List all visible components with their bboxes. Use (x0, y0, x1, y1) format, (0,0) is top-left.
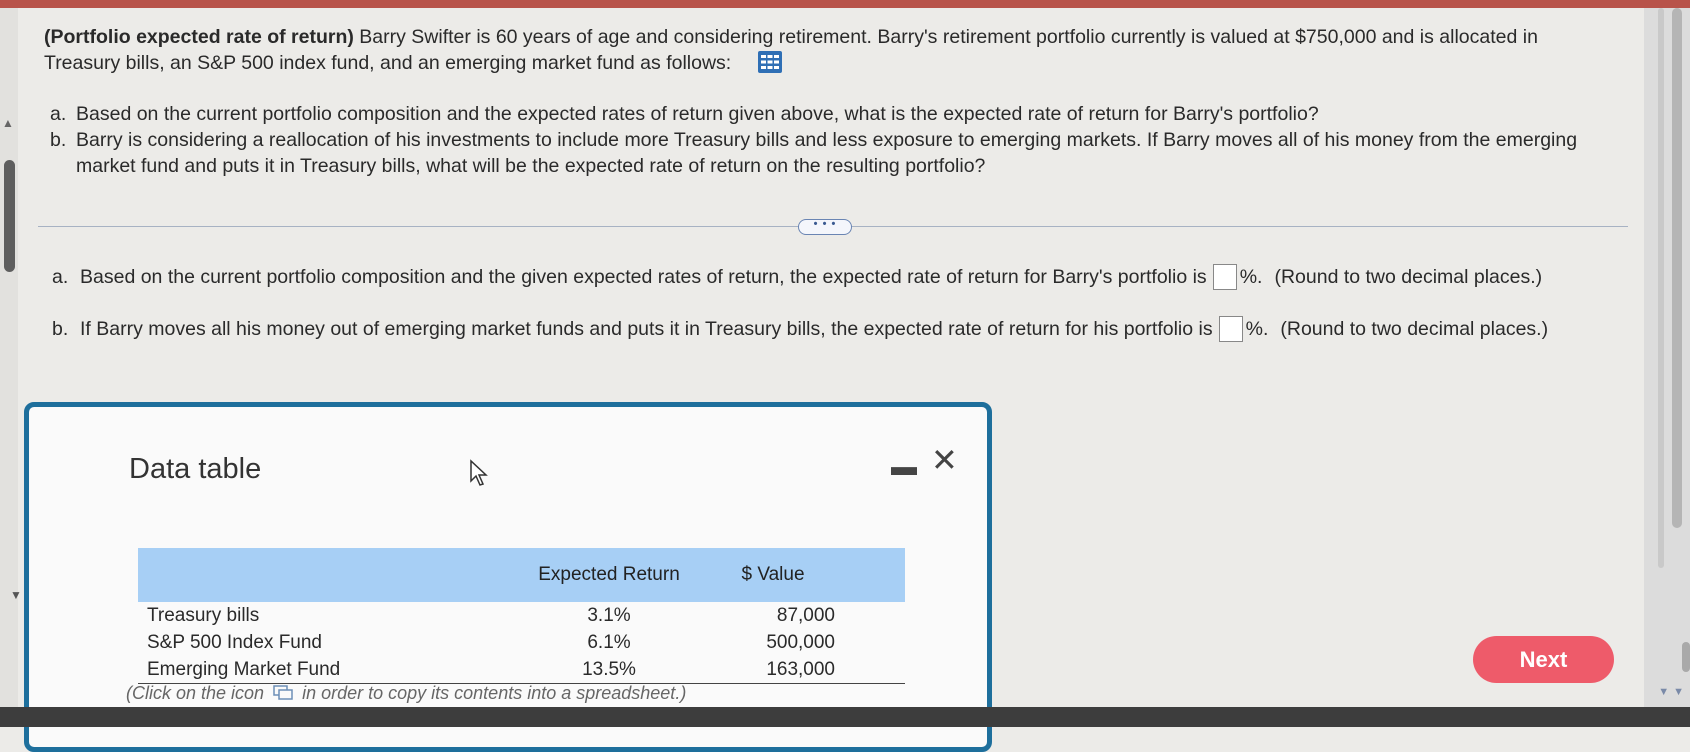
caption-after: in order to copy its contents into a spr… (302, 683, 687, 703)
left-scrollbar[interactable]: ▲ ▼ (0, 8, 22, 727)
mouse-cursor-icon (469, 459, 489, 492)
part-label: a. (50, 103, 67, 125)
caption-before: (Click on the icon (126, 683, 265, 703)
table-row: Emerging Market Fund 13.5% 163,000 (138, 656, 905, 684)
data-table-dialog: Data table ▬ ✕ Expected Return $ Value T… (24, 402, 992, 752)
answer-prefix: Based on the current portfolio compositi… (80, 266, 1207, 288)
question-title: (Portfolio expected rate of return) (44, 26, 354, 48)
answer-input-a[interactable] (1212, 264, 1237, 290)
expected-return: 6.1% (587, 631, 631, 653)
column-header-expected-return: Expected Return (508, 548, 710, 602)
answer-input-b[interactable] (1218, 316, 1243, 342)
right-scrollbar[interactable] (1672, 8, 1682, 528)
scroll-down-arrow-icon[interactable]: ▼ (10, 588, 22, 602)
data-table: Expected Return $ Value Treasury bills 3… (138, 548, 905, 684)
top-bar (0, 0, 1690, 8)
part-label: b. (50, 129, 67, 151)
rounding-hint: (Round to two decimal places.) (1274, 266, 1543, 288)
answer-row-b: b. If Barry moves all his money out of e… (52, 316, 1548, 342)
asset-name: Treasury bills (147, 604, 260, 626)
expand-more-button[interactable]: • • • (798, 219, 852, 235)
dialog-title: Data table (129, 453, 262, 485)
column-header (138, 548, 508, 602)
answer-row-a: a. Based on the current portfolio compos… (52, 264, 1542, 290)
expected-return: 13.5% (508, 656, 710, 684)
answer-label: b. (52, 318, 69, 340)
answer-label: a. (52, 266, 69, 288)
data-table-icon[interactable] (757, 50, 783, 81)
asset-name: Emerging Market Fund (138, 656, 508, 684)
rounding-hint: (Round to two decimal places.) (1280, 318, 1549, 340)
part-text: Barry is considering a reallocation of h… (76, 129, 1578, 177)
asset-name: S&P 500 Index Fund (147, 631, 322, 653)
part-text: Based on the current portfolio compositi… (76, 103, 1319, 125)
minimize-button[interactable]: ▬ (891, 451, 917, 482)
question-intro: (Portfolio expected rate of return) Barr… (44, 24, 1604, 81)
question-text: (Portfolio expected rate of return) Barr… (44, 24, 1604, 179)
dollar-value: 163,000 (710, 656, 905, 684)
copy-instructions: (Click on the icon in order to copy its … (126, 683, 686, 705)
percent-suffix: %. (1245, 318, 1269, 340)
expected-return: 3.1% (587, 604, 631, 626)
right-edge-stripe (1658, 8, 1664, 568)
next-button[interactable]: Next (1473, 636, 1614, 683)
question-part-a: a. Based on the current portfolio compos… (44, 101, 1604, 127)
percent-suffix: %. (1239, 266, 1263, 288)
close-button[interactable]: ✕ (931, 441, 958, 479)
column-header-value: $ Value (710, 548, 905, 602)
table-header-row: Expected Return $ Value (138, 548, 905, 602)
right-scroll-thumb[interactable] (1682, 642, 1690, 672)
dollar-value: 500,000 (766, 631, 835, 653)
table-row: S&P 500 Index Fund 6.1% 500,000 (138, 629, 905, 656)
scroll-thumb[interactable] (4, 160, 15, 272)
dollar-value: 87,000 (776, 604, 835, 626)
scroll-arrows-icon[interactable]: ▼▼ (1658, 686, 1688, 698)
copy-to-spreadsheet-icon[interactable] (273, 684, 293, 705)
question-part-b: b. Barry is considering a reallocation o… (44, 127, 1604, 179)
answer-prefix: If Barry moves all his money out of emer… (80, 318, 1213, 340)
bottom-bezel (0, 707, 1690, 727)
right-edge (1644, 8, 1690, 727)
scroll-up-arrow-icon[interactable]: ▲ (2, 116, 14, 130)
table-row: Treasury bills 3.1% 87,000 (138, 602, 905, 629)
